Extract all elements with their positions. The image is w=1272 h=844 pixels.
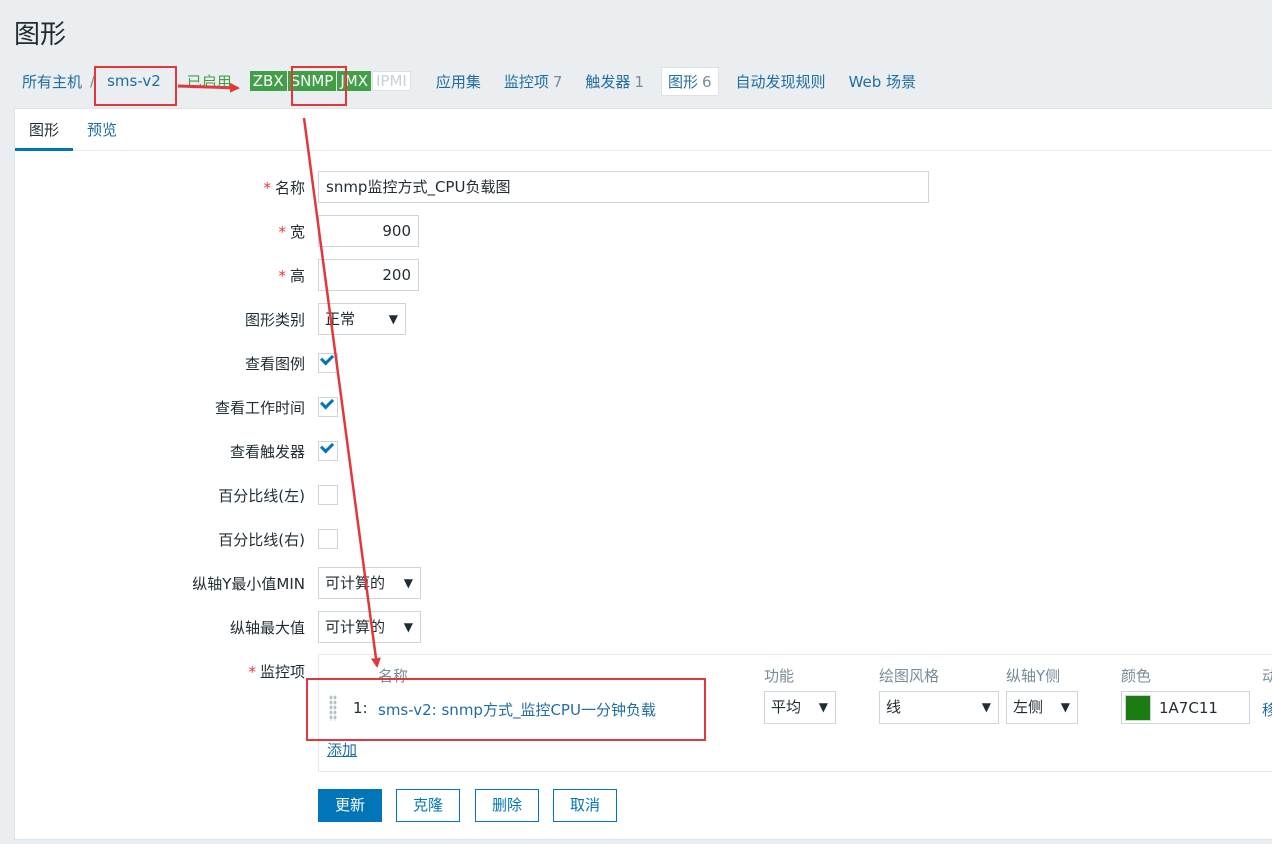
y-min-select[interactable]: 可计算的 ▼: [318, 567, 421, 599]
nav-items[interactable]: 监控项 7: [504, 71, 563, 92]
cancel-button[interactable]: 取消: [553, 789, 618, 822]
percentile-right-row: 百分比线(右): [15, 523, 1272, 555]
dropdown-arrow-icon: ▼: [981, 700, 991, 714]
page-title: 图形: [14, 20, 67, 50]
host-status[interactable]: 已启用: [187, 71, 232, 92]
host-navigation: 所有主机 / sms-v2 已启用 ZBX SNMP JMX IPMI 应用集 …: [0, 54, 1272, 108]
y-max-select[interactable]: 可计算的 ▼: [318, 611, 421, 643]
show-work-period-checkbox[interactable]: [318, 395, 338, 417]
show-work-period-row: 查看工作时间: [15, 391, 1272, 423]
graph-type-row: 图形类别 正常 ▼: [15, 303, 1272, 335]
color-swatch[interactable]: [1125, 694, 1151, 721]
dropdown-arrow-icon: ▼: [403, 576, 413, 590]
all-hosts-link[interactable]: 所有主机: [22, 71, 82, 92]
required-asterisk: *: [263, 179, 271, 197]
nav-applications[interactable]: 应用集: [436, 71, 481, 92]
nav-triggers-label: 触发器: [585, 72, 631, 91]
color-value[interactable]: 1A7C11: [1159, 699, 1218, 717]
column-header-function: 功能: [764, 667, 795, 685]
nav-graphs-label: 图形: [667, 72, 698, 91]
show-legend-checkbox[interactable]: [318, 351, 338, 373]
percentile-right-checkbox[interactable]: [318, 529, 338, 549]
dropdown-arrow-icon: ▼: [818, 700, 828, 714]
name-row: * 名称 snmp监控方式_CPU负载图: [15, 171, 1272, 203]
items-label: * 监控项: [248, 663, 305, 681]
nav-web-scenarios[interactable]: Web 场景: [849, 71, 916, 92]
dropdown-arrow-icon: ▼: [1060, 700, 1070, 714]
nav-web-scenarios-label: Web 场景: [848, 72, 917, 91]
column-header-color: 颜色: [1121, 667, 1152, 685]
item-y-side-select[interactable]: 左侧 ▼: [1006, 691, 1078, 724]
percentile-left-row: 百分比线(左): [15, 479, 1272, 511]
nav-applications-label: 应用集: [435, 72, 481, 91]
dropdown-arrow-icon: ▼: [403, 620, 413, 634]
checkmark-icon: [320, 395, 335, 410]
nav-items-count: 7: [552, 72, 563, 91]
percentile-left-checkbox[interactable]: [318, 485, 338, 505]
add-item-link[interactable]: 添加: [327, 739, 357, 760]
checkmark-icon: [320, 439, 335, 454]
width-row: * 宽 900: [15, 215, 1272, 247]
required-asterisk: *: [278, 223, 286, 241]
height-label: * 高: [278, 267, 305, 285]
y-max-row: 纵轴最大值 可计算的 ▼: [15, 611, 1272, 643]
form-tabs: 图形 预览: [15, 109, 1272, 151]
height-row: * 高 200: [15, 259, 1272, 291]
show-work-period-label: 查看工作时间: [214, 399, 305, 417]
show-triggers-row: 查看触发器: [15, 435, 1272, 467]
dropdown-arrow-icon: ▼: [388, 312, 398, 326]
delete-button[interactable]: 删除: [475, 789, 540, 822]
graph-type-label: 图形类别: [244, 311, 305, 329]
nav-discovery-rules[interactable]: 自动发现规则: [736, 71, 826, 92]
annotation-snmp-highlight: [291, 66, 347, 106]
item-color-picker[interactable]: 1A7C11: [1121, 691, 1250, 724]
nav-triggers-count: 1: [634, 72, 644, 91]
column-header-y-side: 纵轴Y侧: [1006, 667, 1061, 685]
width-input[interactable]: 900: [318, 215, 419, 247]
nav-graphs[interactable]: 图形 6: [660, 66, 719, 96]
required-asterisk: *: [248, 663, 256, 681]
name-input[interactable]: snmp监控方式_CPU负载图: [318, 171, 929, 203]
tab-preview[interactable]: 预览: [73, 109, 131, 151]
show-triggers-checkbox[interactable]: [318, 439, 338, 461]
name-label: * 名称: [263, 179, 305, 197]
show-triggers-label: 查看触发器: [229, 443, 305, 461]
y-max-label: 纵轴最大值: [229, 619, 305, 637]
percentile-left-label: 百分比线(左): [218, 487, 305, 505]
item-remove-link[interactable]: 移: [1262, 699, 1272, 720]
show-legend-row: 查看图例: [15, 347, 1272, 379]
annotation-item-highlight: [306, 678, 706, 741]
item-function-select[interactable]: 平均 ▼: [764, 691, 836, 724]
update-button[interactable]: 更新: [318, 789, 383, 822]
tab-graph[interactable]: 图形: [15, 109, 74, 151]
height-input[interactable]: 200: [318, 259, 419, 291]
nav-items-label: 监控项: [503, 72, 549, 91]
width-label: * 宽: [278, 223, 305, 241]
required-asterisk: *: [278, 267, 286, 285]
nav-graphs-count: 6: [702, 72, 712, 91]
y-min-row: 纵轴Y最小值MIN 可计算的 ▼: [15, 567, 1272, 599]
zbx-availability-badge: ZBX: [249, 71, 287, 91]
nav-discovery-rules-label: 自动发现规则: [735, 72, 826, 91]
ipmi-availability-badge: IPMI: [372, 71, 411, 91]
y-min-label: 纵轴Y最小值MIN: [192, 575, 305, 593]
column-header-draw-style: 绘图风格: [879, 667, 940, 685]
clone-button[interactable]: 克隆: [396, 789, 461, 822]
percentile-right-label: 百分比线(右): [218, 531, 305, 549]
item-draw-style-select[interactable]: 线 ▼: [879, 691, 999, 724]
checkmark-icon: [320, 351, 335, 366]
column-header-action: 动: [1262, 667, 1272, 685]
show-legend-label: 查看图例: [244, 355, 305, 373]
nav-triggers[interactable]: 触发器 1: [585, 71, 644, 92]
annotation-host-highlight: [94, 66, 177, 106]
graph-type-select[interactable]: 正常 ▼: [318, 303, 406, 335]
